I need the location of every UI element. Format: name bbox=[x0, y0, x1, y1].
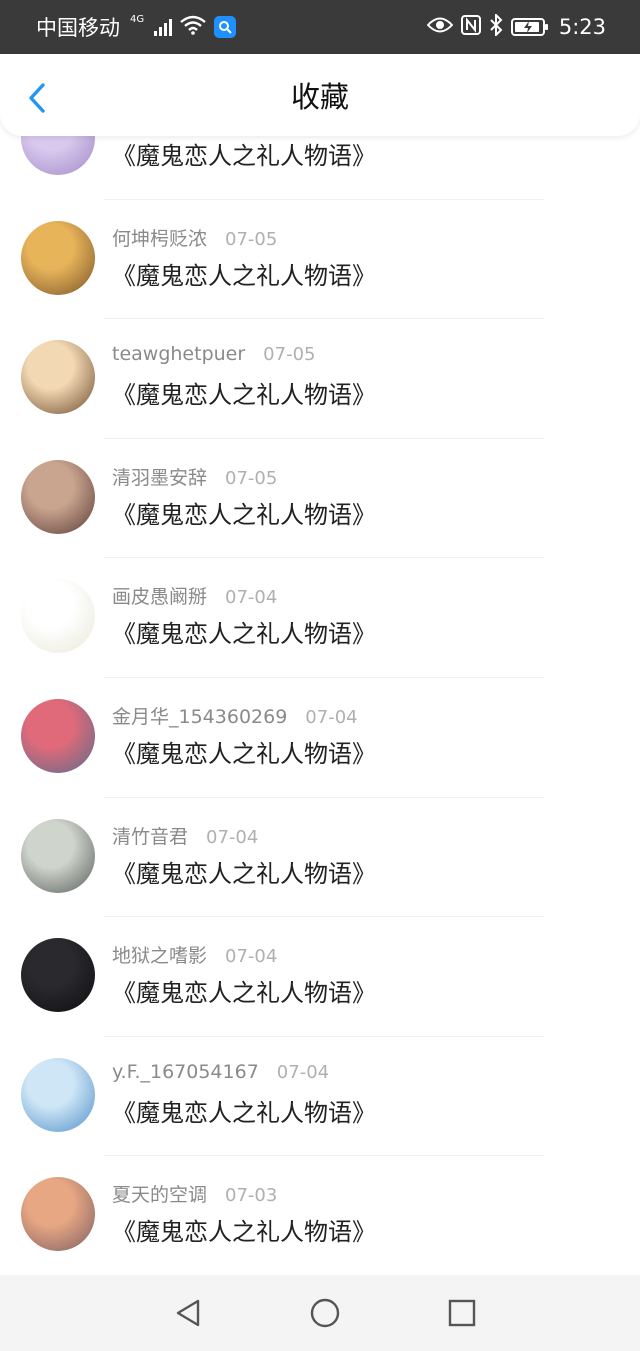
favorite-item[interactable]: 金月华_154360269 07-04 《魔鬼恋人之礼人物语》 bbox=[0, 678, 640, 798]
bluetooth-icon bbox=[489, 12, 503, 41]
status-left: 中国移动 4G bbox=[36, 12, 237, 42]
status-right: 5:23 bbox=[426, 12, 606, 41]
username[interactable]: 夏天的空调 bbox=[112, 1180, 207, 1207]
item-meta: 清竹音君 07-04 bbox=[112, 822, 258, 849]
avatar[interactable] bbox=[21, 698, 95, 773]
status-bar: 中国移动 4G 5:23 bbox=[0, 0, 640, 54]
chevron-left-icon bbox=[29, 83, 45, 113]
work-title[interactable]: 《魔鬼恋人之礼人物语》 bbox=[112, 614, 376, 649]
back-button[interactable] bbox=[22, 80, 52, 116]
system-nav-bar bbox=[0, 1275, 640, 1351]
search-app-icon bbox=[214, 16, 237, 38]
work-title[interactable]: 《魔鬼恋人之礼人物语》 bbox=[112, 1093, 376, 1128]
username[interactable]: 清竹音君 bbox=[112, 822, 188, 849]
favorite-date: 07-04 bbox=[305, 706, 358, 728]
page-title: 收藏 bbox=[290, 80, 349, 114]
avatar[interactable] bbox=[21, 220, 95, 295]
favorites-list[interactable]: 冬_46147952962...07-05《魔鬼恋人之礼人物语》何坤枵贬浓 07-… bbox=[0, 136, 640, 1275]
favorite-date: 07-04 bbox=[225, 587, 278, 609]
nfc-icon bbox=[460, 14, 481, 40]
favorite-item[interactable]: teawghetpuer 07-05 《魔鬼恋人之礼人物语》 bbox=[0, 319, 640, 439]
network-type-label: 4G bbox=[130, 13, 145, 25]
item-meta: 画皮愚阚掰 07-04 bbox=[112, 582, 277, 609]
carrier-label: 中国移动 bbox=[36, 16, 120, 40]
avatar[interactable] bbox=[21, 136, 95, 175]
favorite-item[interactable]: 何坤枵贬浓 07-05 《魔鬼恋人之礼人物语》 bbox=[0, 200, 640, 320]
work-title[interactable]: 《魔鬼恋人之礼人物语》 bbox=[112, 495, 376, 530]
work-title[interactable]: 《魔鬼恋人之礼人物语》 bbox=[112, 973, 376, 1008]
username[interactable]: teawghetpuer bbox=[112, 343, 245, 365]
favorite-item[interactable]: 清竹音君 07-04 《魔鬼恋人之礼人物语》 bbox=[0, 798, 640, 918]
item-meta: y.F._167054167 07-04 bbox=[112, 1061, 329, 1083]
signal-icon bbox=[154, 18, 173, 36]
favorite-item[interactable]: 夏天的空调 07-03 《魔鬼恋人之礼人物语》 bbox=[0, 1156, 640, 1275]
clock: 5:23 bbox=[558, 15, 606, 39]
favorites-list-content: 冬_46147952962...07-05《魔鬼恋人之礼人物语》何坤枵贬浓 07-… bbox=[0, 136, 640, 1275]
favorite-item[interactable]: y.F._167054167 07-04 《魔鬼恋人之礼人物语》 bbox=[0, 1037, 640, 1157]
item-meta: 何坤枵贬浓 07-05 bbox=[112, 224, 277, 251]
username[interactable]: 何坤枵贬浓 bbox=[112, 224, 207, 251]
username[interactable]: 地狱之嗜影 bbox=[112, 941, 207, 968]
page-header: 收藏 bbox=[0, 54, 640, 136]
avatar[interactable] bbox=[21, 818, 95, 893]
item-meta: 地狱之嗜影 07-04 bbox=[112, 941, 277, 968]
nav-back-button[interactable] bbox=[168, 1293, 208, 1333]
work-title[interactable]: 《魔鬼恋人之礼人物语》 bbox=[112, 1212, 376, 1247]
avatar[interactable] bbox=[21, 1057, 95, 1132]
avatar[interactable] bbox=[21, 1177, 95, 1252]
favorite-date: 07-04 bbox=[225, 946, 278, 968]
username[interactable]: 清羽墨安辞 bbox=[112, 463, 207, 490]
favorite-item[interactable]: 画皮愚阚掰 07-04 《魔鬼恋人之礼人物语》 bbox=[0, 558, 640, 678]
nav-recents-button[interactable] bbox=[442, 1293, 482, 1333]
favorite-item[interactable]: 冬_46147952962...07-05《魔鬼恋人之礼人物语》 bbox=[0, 136, 640, 200]
favorite-item[interactable]: 地狱之嗜影 07-04 《魔鬼恋人之礼人物语》 bbox=[0, 917, 640, 1037]
nav-home-button[interactable] bbox=[305, 1293, 345, 1333]
favorite-date: 07-04 bbox=[276, 1061, 330, 1083]
back-triangle-icon bbox=[177, 1299, 200, 1327]
eye-icon bbox=[426, 15, 454, 39]
home-circle-icon bbox=[310, 1298, 340, 1328]
favorite-date: 07-05 bbox=[225, 228, 278, 250]
username[interactable]: 金月华_154360269 bbox=[112, 702, 287, 729]
battery-icon bbox=[510, 18, 548, 36]
avatar[interactable] bbox=[21, 579, 95, 654]
username[interactable]: 画皮愚阚掰 bbox=[112, 582, 207, 609]
work-title[interactable]: 《魔鬼恋人之礼人物语》 bbox=[112, 854, 376, 889]
favorite-date: 07-04 bbox=[206, 826, 259, 848]
favorite-date: 07-05 bbox=[225, 467, 278, 489]
work-title[interactable]: 《魔鬼恋人之礼人物语》 bbox=[112, 375, 376, 410]
recents-square-icon bbox=[448, 1299, 475, 1327]
work-title[interactable]: 《魔鬼恋人之礼人物语》 bbox=[112, 136, 376, 171]
work-title[interactable]: 《魔鬼恋人之礼人物语》 bbox=[112, 256, 376, 291]
item-meta: 清羽墨安辞 07-05 bbox=[112, 463, 277, 490]
item-meta: 金月华_154360269 07-04 bbox=[112, 702, 358, 729]
work-title[interactable]: 《魔鬼恋人之礼人物语》 bbox=[112, 734, 376, 769]
avatar[interactable] bbox=[21, 938, 95, 1013]
avatar[interactable] bbox=[21, 459, 95, 534]
item-meta: teawghetpuer 07-05 bbox=[112, 343, 315, 365]
item-meta: 夏天的空调 07-03 bbox=[112, 1180, 277, 1207]
avatar[interactable] bbox=[21, 340, 95, 415]
wifi-icon bbox=[180, 15, 206, 40]
favorite-date: 07-05 bbox=[263, 344, 316, 366]
favorite-item[interactable]: 清羽墨安辞 07-05 《魔鬼恋人之礼人物语》 bbox=[0, 439, 640, 559]
username[interactable]: y.F._167054167 bbox=[112, 1061, 259, 1083]
favorite-date: 07-03 bbox=[225, 1185, 278, 1207]
